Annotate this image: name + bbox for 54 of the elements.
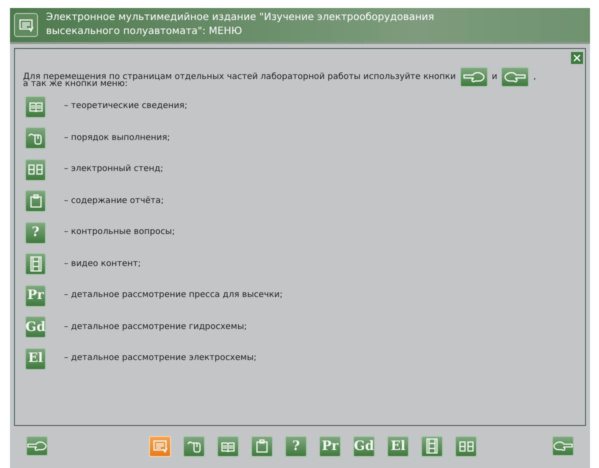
menu-button-sample[interactable] xyxy=(25,253,46,276)
toolbar-button[interactable] xyxy=(251,436,273,456)
film-strip-icon xyxy=(426,438,438,454)
pointing-hand-icon xyxy=(27,440,47,452)
clipboard-icon xyxy=(256,439,268,453)
book-icon xyxy=(221,440,235,452)
toolbar-button[interactable]: Gd xyxy=(353,436,375,456)
toolbar-button[interactable] xyxy=(149,436,171,456)
pointing-hand-icon xyxy=(462,71,485,83)
back-button-sample[interactable] xyxy=(460,67,488,87)
close-button[interactable] xyxy=(571,52,583,64)
forward-button-sample[interactable] xyxy=(501,67,530,87)
toolbar-button[interactable]: Pr xyxy=(319,436,341,456)
legend-text: – видео контент; xyxy=(64,258,141,271)
legend-text: – детальное рассмотрение гидросхемы; xyxy=(64,320,247,334)
instruction-text: , xyxy=(533,72,536,82)
close-icon xyxy=(573,54,581,62)
clipboard-icon xyxy=(30,194,42,208)
toolbar-button[interactable] xyxy=(183,436,205,456)
document-icon xyxy=(152,440,168,452)
mouse-icon xyxy=(28,131,43,146)
toolbar-button[interactable] xyxy=(421,436,443,456)
toolbar-button[interactable] xyxy=(455,436,477,456)
digital-display-icon xyxy=(458,440,474,452)
digital-display-icon xyxy=(28,164,43,176)
window-title: Электронное мультимедийное издание "Изучение электрооборудования высекального полуавтомата": МЕНЮ xyxy=(46,11,436,39)
mouse-icon xyxy=(186,439,202,453)
toolbar-button[interactable] xyxy=(217,436,239,456)
legend-text: – детальное рассмотрение пресса для высечки; xyxy=(64,289,283,302)
back-button[interactable] xyxy=(26,436,48,456)
menu-button-sample[interactable]: ? xyxy=(25,222,46,244)
menu-button-sample[interactable] xyxy=(25,127,46,150)
menu-button-sample[interactable] xyxy=(25,190,46,212)
instruction-text: и xyxy=(492,72,498,82)
legend-text: – теоретические сведения; xyxy=(64,100,188,114)
pointing-hand-icon xyxy=(553,440,573,452)
film-strip-icon xyxy=(30,256,42,272)
menu-button-sample[interactable]: Pr xyxy=(25,284,46,307)
book-icon xyxy=(28,101,42,112)
legend-text: – контрольные вопросы; xyxy=(64,226,175,240)
menu-button-sample[interactable] xyxy=(25,158,46,181)
menu-button-sample[interactable]: Gd xyxy=(25,316,46,338)
toolbar-button[interactable]: El xyxy=(387,436,409,456)
toolbar-button[interactable]: ? xyxy=(285,436,307,456)
legend-text: – детальное рассмотрение электросхемы; xyxy=(64,352,257,366)
legend-text: – содержание отчёта; xyxy=(64,194,164,208)
legend-text: – электронный стенд; xyxy=(64,163,164,176)
menu-button-sample[interactable]: El xyxy=(25,348,46,370)
legend-text: – порядок выполнения; xyxy=(64,132,170,145)
instruction-text: Для перемещения по страницам отдельных частей лабораторной работы используйте кнопки xyxy=(23,72,456,82)
document-glyph-icon xyxy=(18,18,34,32)
pointing-hand-icon xyxy=(504,71,526,83)
menu-button-sample[interactable] xyxy=(25,96,46,118)
forward-button[interactable] xyxy=(552,436,574,456)
